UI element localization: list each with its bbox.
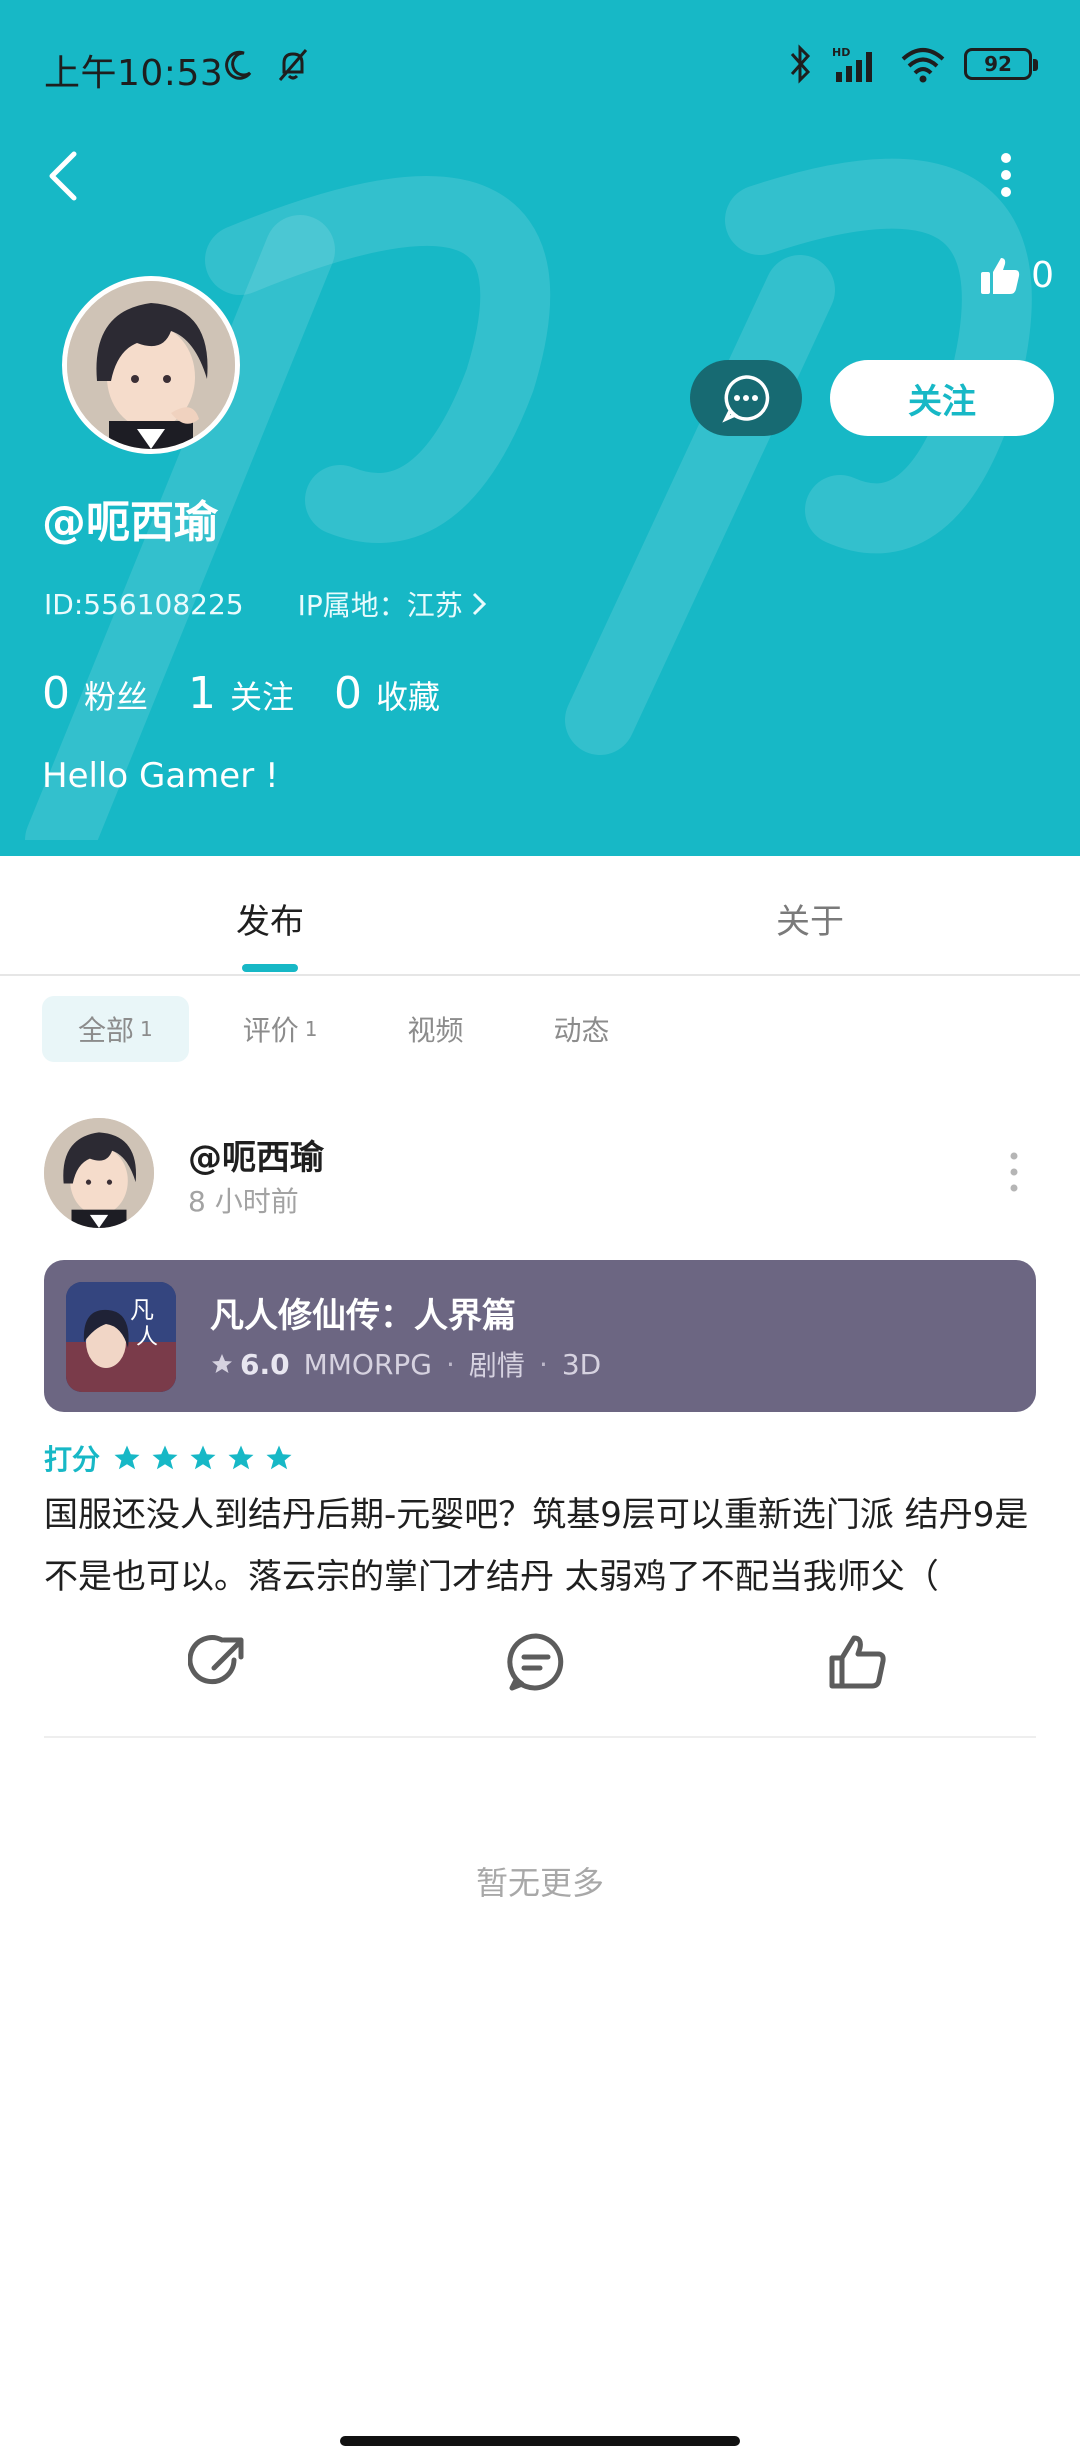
status-right-icons: HD 92 [788, 44, 1038, 84]
moon-icon [225, 50, 252, 80]
bluetooth-icon [790, 44, 811, 84]
battery-indicator: 92 [964, 48, 1038, 80]
filter-label: 评价 [242, 1014, 299, 1047]
svg-text:人: 人 [136, 1325, 158, 1350]
tab-publish[interactable]: 发布 [236, 894, 304, 943]
content-tabs: 发布 关于 [0, 856, 1080, 976]
filter-moments[interactable]: 动态 [518, 996, 646, 1062]
filter-videos[interactable]: 视频 [372, 996, 500, 1062]
status-time: 上午10:53 [44, 53, 224, 94]
chevron-right-icon [472, 592, 486, 616]
post-divider [44, 1736, 1036, 1738]
post-author-avatar[interactable] [44, 1118, 154, 1228]
post-body-text[interactable]: 国服还没人到结丹后期-元婴吧？筑基9层可以重新选门派 结丹9是不是也可以。落云宗… [44, 1484, 1040, 1608]
user-id: ID:556108225 [44, 587, 244, 621]
game-tag: 剧情 [468, 1349, 525, 1382]
tab-about[interactable]: 关于 [776, 894, 844, 943]
stat-label: 关注 [230, 678, 295, 716]
game-tag: 3D [561, 1347, 602, 1381]
filter-count: 1 [140, 1017, 153, 1041]
profile-stats: 0 粉丝 1 关注 0 收藏 [42, 668, 440, 719]
star-icon [152, 1445, 178, 1470]
post-timestamp: 8 小时前 [188, 1185, 299, 1218]
stat-number: 0 [42, 668, 70, 719]
filter-reviews[interactable]: 评价 1 [207, 996, 354, 1062]
rating-label: 打分 [44, 1443, 101, 1476]
stat-label: 粉丝 [84, 678, 149, 716]
more-vertical-icon[interactable] [988, 150, 1024, 200]
signal-icon: HD [832, 46, 872, 82]
avatar-portrait [67, 281, 235, 449]
filter-label: 动态 [553, 1014, 610, 1047]
profile-like-count[interactable]: 0 [979, 254, 1054, 296]
profile-bio: Hello Gamer ! [42, 756, 279, 796]
bell-off-icon [278, 49, 308, 81]
star-icon [266, 1445, 292, 1470]
svg-text:HD: HD [832, 46, 850, 59]
game-score: 6.0 [210, 1348, 290, 1381]
message-button[interactable] [690, 360, 802, 436]
watermark-logo [25, 158, 1032, 840]
game-meta: 6.0 MMORPG · 剧情 · 3D [210, 1344, 601, 1384]
star-icon [190, 1445, 216, 1470]
profile-username: @呃西瑜 [42, 497, 218, 548]
end-of-list-text: 暂无更多 [475, 1864, 604, 1902]
game-tag: MMORPG [303, 1347, 433, 1381]
like-count-value: 0 [1031, 254, 1054, 296]
status-bar: 上午10:53 HD 92 [0, 0, 1080, 136]
separator-dot: · [538, 1347, 548, 1381]
ip-location-link[interactable]: IP属地：江苏 [298, 584, 487, 624]
like-icon[interactable] [826, 1630, 890, 1694]
post-author-name[interactable]: @呃西瑜 [188, 1130, 324, 1179]
stat-following[interactable]: 1 关注 [188, 668, 294, 719]
filter-label: 全部 [78, 1014, 135, 1047]
ip-location-text: IP属地：江苏 [297, 589, 463, 622]
stat-fans[interactable]: 0 粉丝 [42, 668, 148, 719]
separator-dot: · [446, 1347, 455, 1381]
filter-count: 1 [304, 1017, 318, 1041]
game-cover-art: 凡 人 [66, 1282, 176, 1392]
thumbs-up-icon [981, 258, 1020, 294]
svg-text:凡: 凡 [130, 1296, 154, 1324]
filter-all[interactable]: 全部 1 [42, 996, 189, 1062]
chat-bubble-icon [722, 375, 770, 423]
profile-avatar[interactable] [62, 276, 240, 454]
wifi-icon [901, 48, 945, 83]
follow-button[interactable]: 关注 [830, 360, 1054, 436]
stat-number: 1 [188, 668, 217, 719]
comment-icon[interactable] [504, 1630, 568, 1694]
rating-stars [112, 1443, 294, 1473]
post-rating: 打分 [44, 1438, 294, 1478]
stat-favorites[interactable]: 0 收藏 [334, 668, 440, 719]
filter-chips: 全部 1 评价 1 视频 动态 [42, 996, 646, 1062]
share-icon[interactable] [188, 1630, 252, 1694]
stat-label: 收藏 [376, 678, 441, 716]
star-icon [114, 1445, 140, 1470]
game-card[interactable]: 凡 人 凡人修仙传：人界篇 6.0 MMORPG · 剧情 · 3D [44, 1260, 1036, 1412]
star-icon [212, 1354, 232, 1373]
active-tab-indicator [242, 964, 298, 972]
profile-header: 上午10:53 HD 92 0 关注 @呃西瑜 ID:556108225 IP属… [0, 0, 1080, 856]
back-arrow-icon[interactable] [40, 146, 90, 206]
stat-number: 0 [334, 668, 363, 719]
game-icon: 凡 人 [66, 1282, 176, 1392]
profile-id-line: ID:556108225 IP属地：江苏 [44, 584, 487, 624]
game-score-value: 6.0 [240, 1347, 290, 1381]
game-title: 凡人修仙传：人界篇 [210, 1296, 516, 1336]
status-left-icons [220, 46, 312, 84]
post-actions [0, 1630, 1080, 1700]
star-icon [228, 1445, 254, 1470]
avatar-portrait [44, 1118, 154, 1228]
filter-label: 视频 [407, 1014, 464, 1047]
home-indicator[interactable] [340, 2436, 740, 2446]
post-more-icon[interactable] [1002, 1150, 1026, 1194]
